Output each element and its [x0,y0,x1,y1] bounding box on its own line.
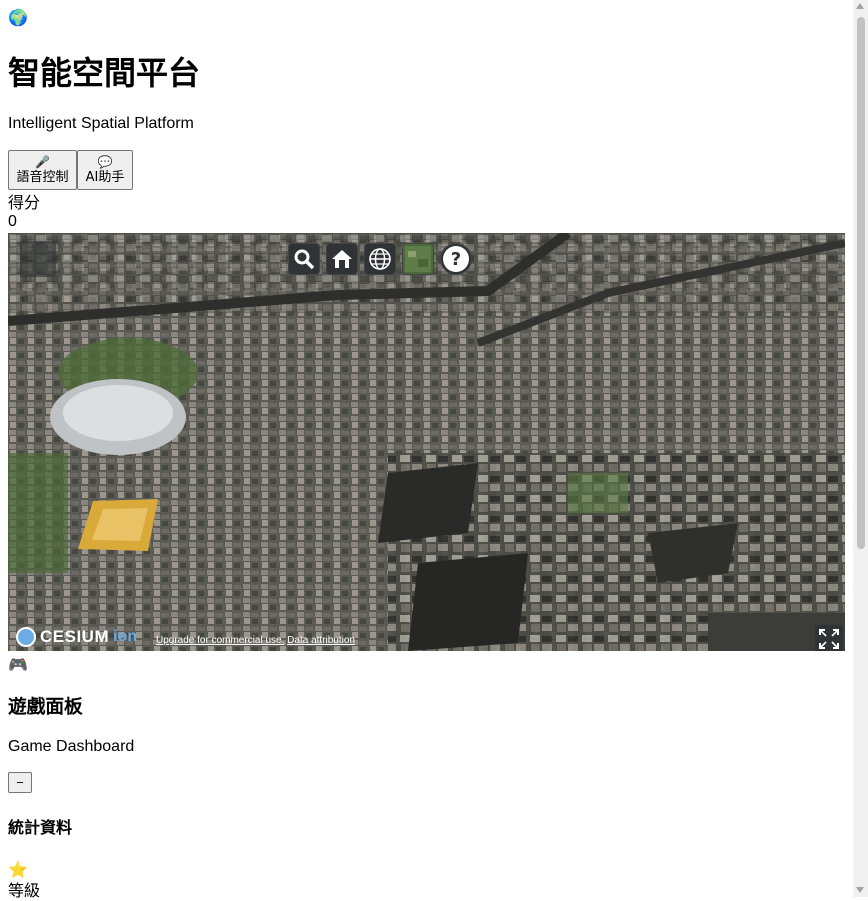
cesium-3d-map-viewer[interactable]: ? CESIUM ion Upgrade for commercial use. … [8,233,845,651]
cesium-ion-logo[interactable]: CESIUM ion [16,627,137,647]
page-scrollbar[interactable] [853,0,868,897]
statistics-title: 統計資料 [8,818,73,837]
fullscreen-button[interactable] [815,625,843,651]
credits: Upgrade for commercial use. Data attribu… [156,635,355,646]
star-icon: ⭐ [8,860,28,879]
game-dashboard-subtitle: Game Dashboard [8,738,135,755]
page-subtitle: Intelligent Spatial Platform [8,115,194,132]
viewer-toolbar: ? [288,243,472,275]
aerial-city-imagery[interactable] [8,233,845,651]
scroll-down-arrow-icon[interactable] [856,887,864,893]
globe-icon: 🌍 [8,8,28,27]
cesium-logo-icon [16,627,36,647]
svg-text:?: ? [451,249,461,270]
cesium-logo-text: CESIUM [40,627,110,646]
base-layer-picker-button[interactable] [402,243,434,275]
ai-assistant-label: AI助手 [85,169,125,185]
ai-assistant-button[interactable]: 💬 AI助手 [77,150,133,190]
data-attribution-link[interactable]: Data attribution [287,635,355,646]
voice-control-button[interactable]: 🎤 語音控制 [8,150,77,190]
level-label: 等級 [8,881,41,900]
voice-control-label: 語音控制 [16,169,69,185]
score-value: 0 [8,213,17,230]
home-button[interactable] [326,243,358,275]
scene-mode-button[interactable] [364,243,396,275]
game-controller-icon: 🎮 [8,655,28,674]
navigation-widget[interactable] [20,241,56,277]
search-button[interactable] [288,243,320,275]
layer-picker-icon [405,246,431,272]
globe-icon [369,248,391,270]
collapse-dashboard-button[interactable]: − [8,772,32,793]
speech-bubble-icon: 💬 [97,154,113,169]
game-dashboard-title: 遊戲面板 [8,697,83,718]
fullscreen-icon [819,629,839,649]
score-label: 得分 [8,193,41,212]
upgrade-link[interactable]: Upgrade for commercial use. [156,635,284,646]
page-title: 智能空間平台 [8,54,201,92]
home-icon [332,250,352,268]
help-icon: ? [443,246,469,272]
help-button[interactable]: ? [440,243,472,275]
scroll-up-arrow-icon[interactable] [856,3,864,9]
search-icon [294,249,315,270]
cesium-logo-suffix: ion [113,628,138,645]
microphone-icon: 🎤 [35,154,50,169]
control-buttons: 🎤 語音控制 💬 AI助手 [8,150,133,190]
scrollbar-thumb[interactable] [857,17,865,549]
